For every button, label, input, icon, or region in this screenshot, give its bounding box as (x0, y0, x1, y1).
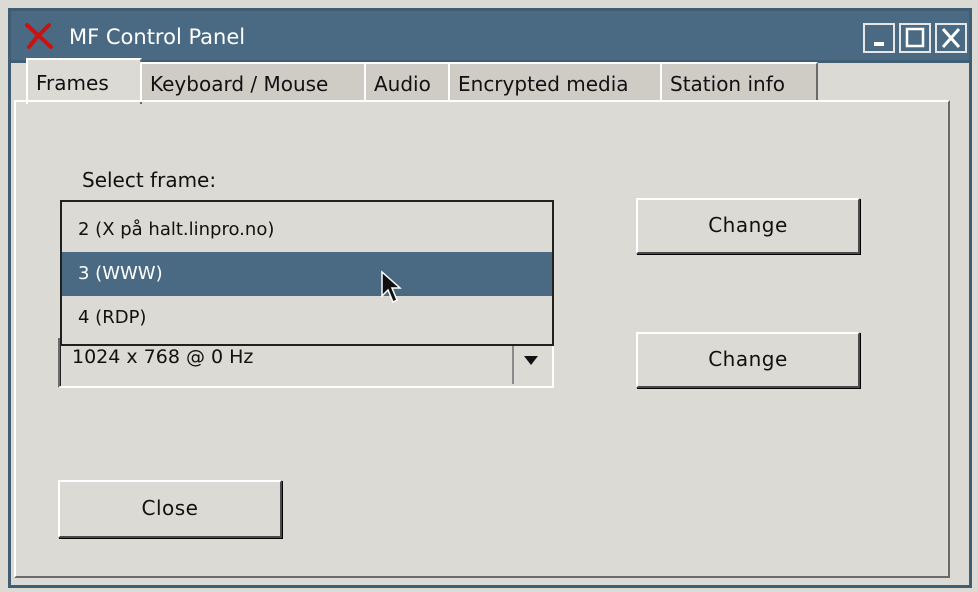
minimize-button[interactable] (863, 23, 895, 53)
app-x-icon[interactable] (25, 23, 53, 49)
select-frame-label: Select frame: (82, 168, 217, 192)
change-frame-button[interactable]: Change (636, 198, 860, 254)
maximize-icon (905, 27, 925, 48)
frame-option[interactable]: 4 (RDP) (62, 296, 552, 340)
title-bar[interactable]: MF Control Panel (11, 11, 969, 63)
tab-keyboard-mouse[interactable]: Keyboard / Mouse (140, 62, 366, 102)
frame-option-selected[interactable]: 3 (WWW) (62, 252, 552, 296)
tab-frames[interactable]: Frames (26, 58, 142, 104)
tab-encrypted-media[interactable]: Encrypted media (448, 62, 662, 102)
dropdown-arrow-icon (524, 356, 538, 365)
minimize-icon (874, 42, 884, 46)
resolution-value: 1024 x 768 @ 0 Hz (72, 346, 254, 368)
tab-audio[interactable]: Audio (364, 62, 450, 102)
window-title: MF Control Panel (69, 25, 246, 49)
resolution-dropdown-button[interactable] (512, 342, 550, 384)
change-resolution-button[interactable]: Change (636, 332, 860, 388)
close-window-button[interactable] (935, 23, 967, 53)
frame-option[interactable]: 2 (X på halt.linpro.no) (62, 208, 552, 252)
close-button[interactable]: Close (58, 480, 282, 538)
tab-station-info[interactable]: Station info (660, 62, 818, 102)
mouse-pointer-icon (381, 270, 402, 304)
maximize-button[interactable] (899, 23, 931, 53)
close-icon (941, 28, 961, 48)
frame-dropdown-list[interactable]: 2 (X på halt.linpro.no) 3 (WWW) 4 (RDP) (60, 200, 554, 346)
